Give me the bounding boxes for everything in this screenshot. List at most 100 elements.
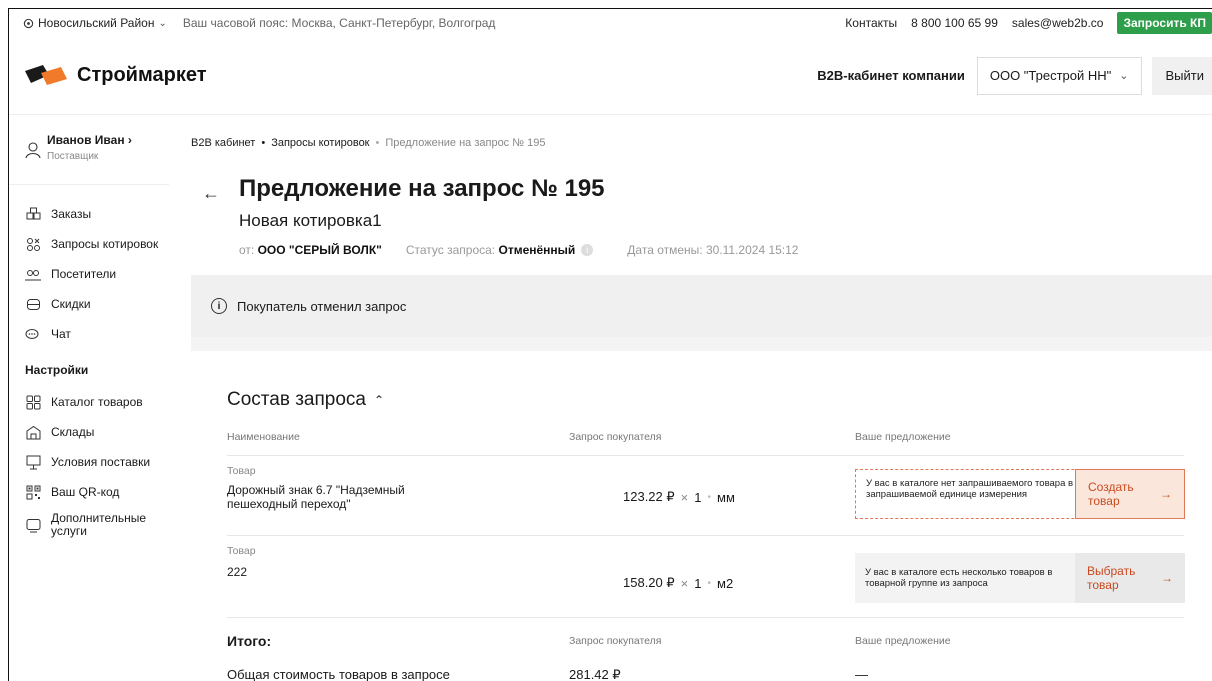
totals-offer-value: — [855,667,868,681]
request-meta: от: ООО "СЕРЫЙ ВОЛК" Статус запроса: Отм… [239,243,798,257]
request-kp-button[interactable]: Запросить КП [1117,12,1212,34]
user-profile[interactable]: Иванов Иван › Поставщик [9,115,169,185]
sidebar-item-label: Заказы [51,207,92,221]
breadcrumb-separator: • [375,137,380,149]
main-nav: Заказы Запросы котировок Посетители Скид… [9,185,189,349]
divider [227,455,1184,456]
quotes-icon [25,236,41,252]
settings-nav: Каталог товаров Склады Условия поставки … [9,381,189,543]
alert-text: Покупатель отменил запрос [237,298,407,314]
sidebar-item-services[interactable]: Дополнительные услуги [25,507,189,543]
sidebar-item-delivery[interactable]: Условия поставки [25,447,189,477]
sidebar-item-label: Чат [51,327,71,341]
sidebar-item-visitors[interactable]: Посетители [25,259,189,289]
sidebar-item-orders[interactable]: Заказы [25,199,189,229]
info-circle-icon: i [211,298,227,314]
chevron-down-icon: ⌄ [158,17,167,29]
sidebar-item-qr[interactable]: Ваш QR-код [25,477,189,507]
select-product-button[interactable]: Выбрать товар → [1075,553,1185,603]
row-request: 123.22 ₽ × 1 • мм [623,489,735,505]
offer-info: У вас в каталоге есть несколько товаров … [855,553,1185,603]
info-icon[interactable]: i [581,244,594,256]
multiply-sign: × [680,575,689,591]
logout-button[interactable]: Выйти [1151,56,1212,95]
sidebar-item-label: Запросы котировок [51,237,159,251]
user-icon [25,142,41,159]
cancel-alert: i Покупатель отменил запрос [191,275,1212,337]
email-link[interactable]: sales@web2b.co [1012,16,1104,30]
divider [227,535,1184,536]
page-title: Предложение на запрос № 195 [239,175,605,202]
row-price: 123.22 ₽ [623,489,675,504]
composition-title: Состав запроса [227,389,366,410]
sidebar-item-label: Условия поставки [51,455,151,469]
breadcrumb-separator: • [261,137,266,149]
company-select[interactable]: ООО "Трестрой НН" ⌄ [976,56,1142,95]
col-head-offer: Ваше предложение [855,431,951,443]
totals-request-value: 281.42 ₽ [569,667,621,681]
contacts-link[interactable]: Контакты [845,16,897,30]
timezone-text: Ваш часовой пояс: Москва, Санкт-Петербур… [182,16,496,30]
top-utility-bar: Новосильский Район ⌄ Ваш часовой пояс: М… [9,9,1212,37]
breadcrumb: B2B кабинет • Запросы котировок • Предло… [191,137,545,149]
row-price: 158.20 ₽ [623,575,675,590]
offer-text: У вас в каталоге нет запрашиваемого това… [866,478,1074,500]
sidebar-item-quotes[interactable]: Запросы котировок [25,229,189,259]
main-content: B2B кабинет • Запросы котировок • Предло… [191,115,1212,681]
chevron-down-icon: ⌄ [1119,70,1129,82]
sidebar-item-catalog[interactable]: Каталог товаров [25,387,189,417]
create-product-button[interactable]: Создать товар → [1075,469,1185,519]
back-arrow-icon[interactable]: ← [199,181,223,205]
qr-icon [25,484,41,500]
sidebar-item-discounts[interactable]: Скидки [25,289,189,319]
user-role: Поставщик [47,151,99,162]
logo[interactable]: Строймаркет [23,63,207,89]
offer-text: У вас в каталоге есть несколько товаров … [865,567,1053,589]
region-selector[interactable]: Новосильский Район ⌄ [23,16,167,30]
sidebar: Иванов Иван › Поставщик Заказы Запросы к… [9,115,189,681]
row-type: Товар [227,465,256,477]
sidebar-item-warehouses[interactable]: Склады [25,417,189,447]
composition-card: Состав запроса ⌃ Наименование Запрос пок… [191,351,1212,681]
sidebar-item-label: Каталог товаров [51,395,143,409]
region-label: Новосильский Район [38,16,155,30]
action-label: Создать товар [1088,480,1134,508]
header: Строймаркет B2B-кабинет компании ООО "Тр… [9,37,1212,115]
sidebar-item-label: Дополнительные услуги [51,511,146,538]
row-name: 222 [227,565,248,579]
composition-toggle[interactable]: Состав запроса ⌃ [227,389,384,411]
services-icon [25,517,41,533]
logo-text: Строймаркет [77,64,207,86]
catalog-icon [25,394,41,410]
page-subtitle: Новая котировка1 [239,211,382,230]
from-value: ООО "СЕРЫЙ ВОЛК" [257,243,382,257]
app-window: Новосильский Район ⌄ Ваш часовой пояс: М… [8,8,1212,681]
logo-icon [25,64,67,85]
user-name: Иванов Иван › [47,133,132,147]
discounts-icon [25,296,41,312]
col-head-name: Наименование [227,431,300,443]
chat-icon [25,326,41,342]
row-qty: 1 [694,489,702,505]
row-request: 158.20 ₽ × 1 • м2 [623,575,733,591]
breadcrumb-current: Предложение на запрос № 195 [385,137,546,149]
from-label: от: [239,243,255,257]
totals-row-label: Общая стоимость товаров в запросе [227,667,450,681]
settings-section-title: Настройки [25,363,89,377]
row-unit: м2 [717,575,734,591]
totals-col-offer: Ваше предложение [855,635,951,647]
section-gap [191,337,1212,351]
row-name: Дорожный знак 6.7 "Надземный пешеходный … [227,483,405,511]
warehouse-icon [25,424,41,440]
status-value: Отменённый [498,243,576,257]
row-unit: мм [717,489,735,505]
sidebar-item-chat[interactable]: Чат [25,319,189,349]
delivery-icon [25,454,41,470]
separator-dot: • [707,491,711,503]
sidebar-item-label: Скидки [51,297,91,311]
breadcrumb-quotes[interactable]: Запросы котировок [271,137,369,149]
totals-col-request: Запрос покупателя [569,635,662,647]
separator-dot: • [707,577,711,589]
breadcrumb-b2b[interactable]: B2B кабинет [191,137,255,149]
phone-link[interactable]: 8 800 100 65 99 [911,16,998,30]
